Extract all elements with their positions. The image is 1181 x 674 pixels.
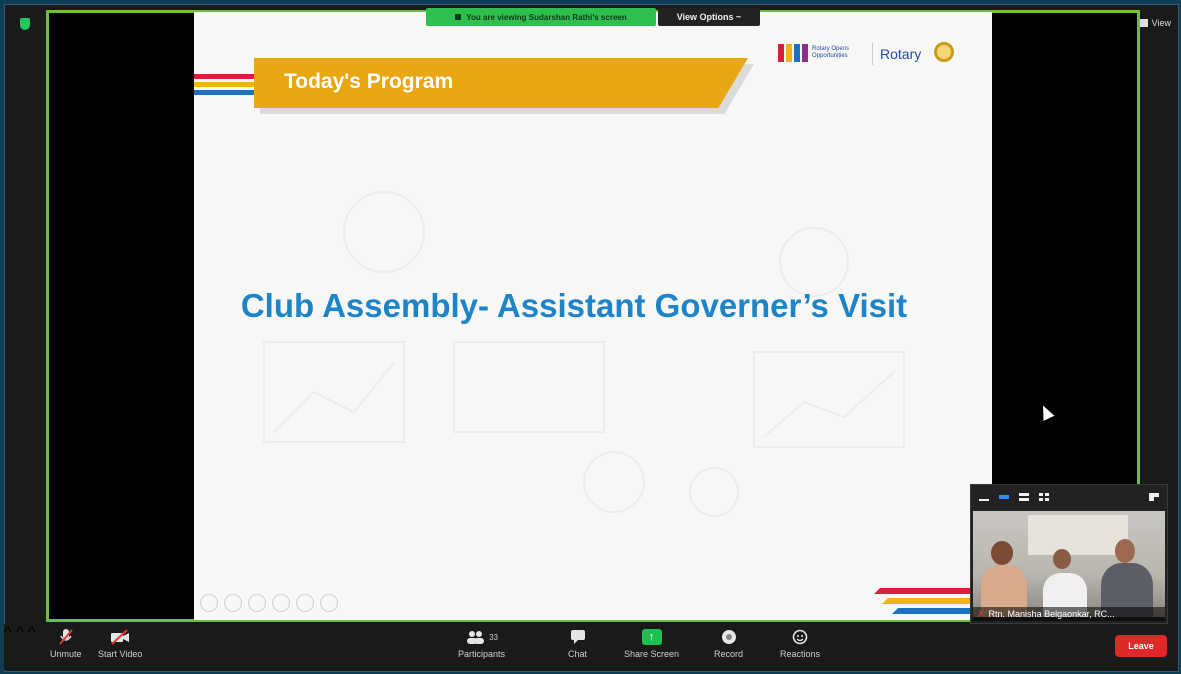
logo-brand: Rotary [880,46,922,62]
logo-tagline: Rotary Opens Opportunities [812,46,850,59]
reactions-smile-icon [792,628,808,646]
record-label: Record [714,649,744,659]
reactions-label: Reactions [780,649,821,659]
record-button[interactable]: Record [714,628,743,659]
chat-label: Chat [568,649,588,659]
view-button[interactable]: View [1139,18,1171,28]
slide-tools [200,594,338,612]
leave-button[interactable]: Leave [1115,635,1167,657]
chat-icon [570,628,586,646]
participants-icon: 33 [465,628,498,646]
view-options-button[interactable]: View Options ~ [658,8,760,26]
participants-button[interactable]: 33 Participants [458,628,505,659]
participant-name-label: ✗ Rtn. Manisha Belgaonkar, RC... [973,607,1165,621]
chat-button[interactable]: Chat [568,628,587,659]
slide-stripe-blue [194,90,264,95]
presentation-slide: Today's Program Rotary Opens Opportuniti… [194,12,992,620]
slide-stripe-yellow [194,82,264,87]
gallery-view-icon[interactable] [1039,493,1049,501]
meeting-toolbar: Unmute ^ Start Video ^ 33 Participants ^… [4,624,1177,670]
float-window-icon[interactable] [1149,493,1159,501]
video-options-caret-icon[interactable]: ^ [16,624,24,641]
audio-options-caret-icon[interactable]: ^ [4,624,12,641]
participants-label: Participants [458,649,506,659]
slide-tool-icon[interactable] [248,594,266,612]
screen-share-icon [455,14,462,20]
viewing-screen-text: You are viewing Sudarshan Rathi's screen [466,12,627,22]
slide-tool-icon[interactable] [296,594,314,612]
share-screen-label: Share Screen [624,649,680,659]
participant-name: Rtn. Manisha Belgaonkar, RC... [988,609,1115,619]
security-shield-icon[interactable] [20,18,30,30]
viewing-screen-banner: You are viewing Sudarshan Rathi's screen [426,8,656,26]
strip-view-icon[interactable] [1019,493,1029,501]
slide-tool-icon[interactable] [224,594,242,612]
slide-main-title: Club Assembly- Assistant Governer’s Visi… [240,287,908,324]
participants-caret-icon[interactable]: ^ [28,624,36,641]
view-label: View [1151,18,1171,28]
thumbnail-controls [971,485,1167,509]
person-head [1053,549,1071,569]
slide-tool-icon[interactable] [200,594,218,612]
share-screen-icon: ↑ [641,629,662,645]
person-head [991,541,1013,565]
muted-mic-icon [58,628,74,646]
rotary-wheel-icon [934,42,954,62]
reactions-button[interactable]: Reactions [780,628,820,659]
participant-thumbnail[interactable]: ✗ Rtn. Manisha Belgaonkar, RC... [970,484,1168,624]
unmute-label: Unmute [50,649,82,659]
record-icon [721,628,737,646]
start-video-button[interactable]: Start Video [98,628,142,659]
slide-stripe-red [194,74,264,79]
speaker-view-icon[interactable] [999,493,1009,501]
unmute-button[interactable]: Unmute [50,628,82,659]
view-icon [1139,19,1148,27]
backdrop-banner [1028,515,1128,555]
slide-tool-icon[interactable] [272,594,290,612]
participant-video [973,511,1165,617]
logo-divider [872,43,873,65]
minimize-icon[interactable] [979,493,989,501]
rotary-logo: Rotary Opens Opportunities Rotary [778,40,968,70]
program-title: Today's Program [284,70,454,93]
slide-tool-icon[interactable] [320,594,338,612]
person-head [1115,539,1135,563]
start-video-label: Start Video [98,649,143,659]
muted-mic-icon: ✗ [977,609,985,619]
rotary-color-bars-icon [778,44,808,62]
video-off-icon [110,628,130,646]
share-screen-button[interactable]: ↑ Share Screen [624,628,679,659]
participants-count: 33 [489,632,498,642]
